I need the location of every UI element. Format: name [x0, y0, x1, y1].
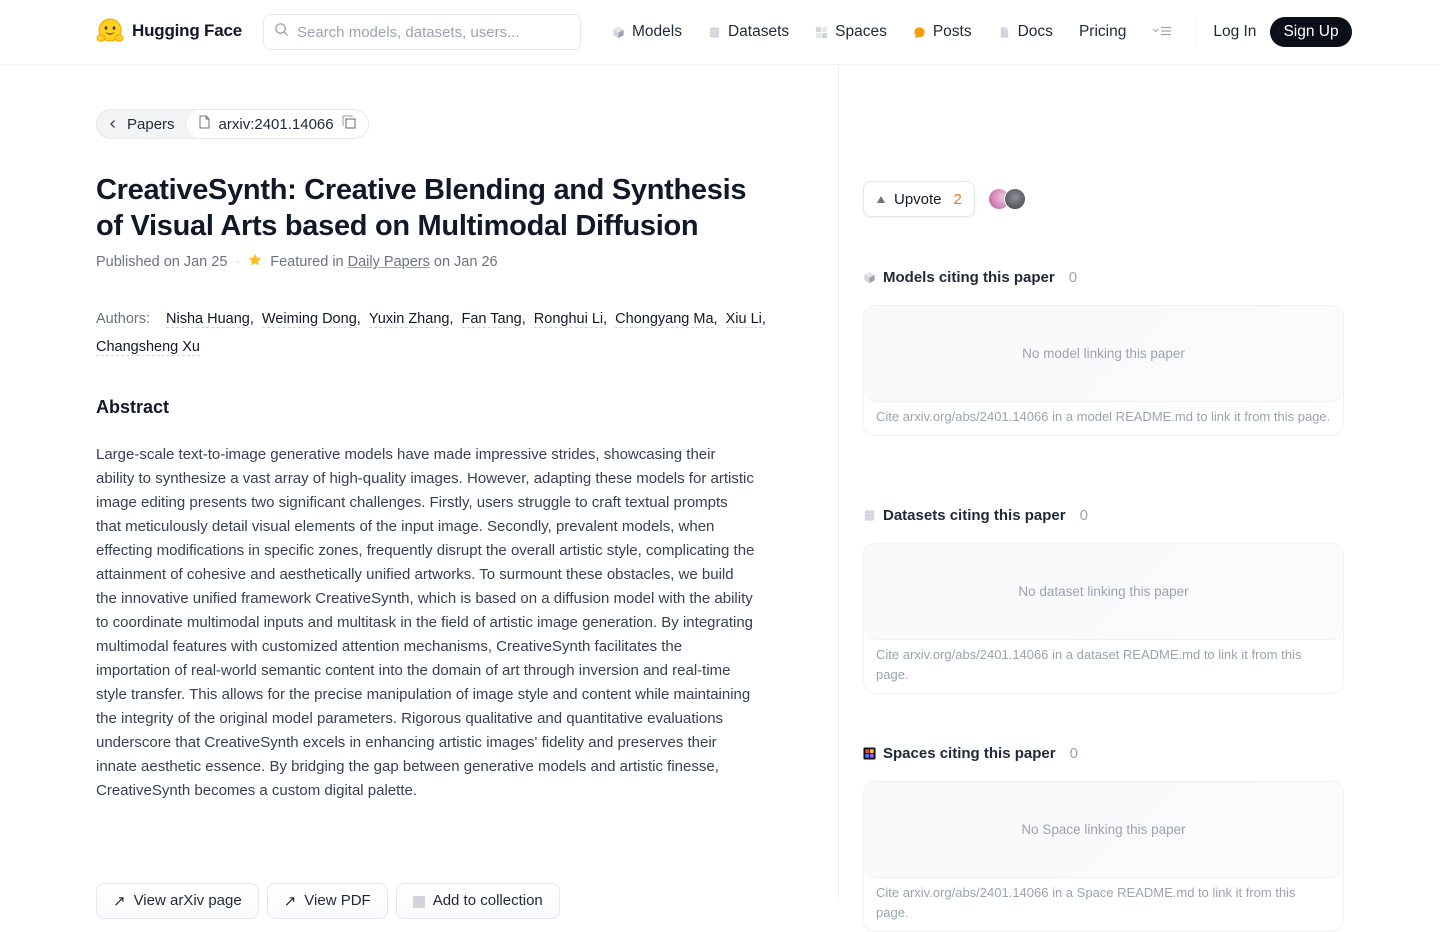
nav-posts-label: Posts	[932, 23, 972, 40]
spaces-citing-card: No Space linking this paper Cite arxiv.o…	[863, 781, 1344, 932]
spaces-grid-icon	[815, 26, 828, 39]
section-count: 0	[1069, 744, 1078, 762]
add-to-collection-button[interactable]: Add to collection	[395, 883, 560, 919]
posts-bubble-icon	[913, 26, 926, 39]
author-link[interactable]: Weiming Dong	[261, 311, 357, 328]
models-cube-icon	[612, 26, 625, 39]
collection-icon	[412, 896, 425, 908]
section-title: Spaces citing this paper	[883, 744, 1056, 762]
brand-name: Hugging Face	[132, 21, 242, 40]
author-link[interactable]: Changsheng Xu	[96, 339, 200, 356]
top-navbar: Hugging Face Models Datasets Spaces	[0, 0, 1440, 65]
more-menu-icon[interactable]	[1152, 25, 1172, 40]
nav-pricing-label: Pricing	[1078, 23, 1127, 40]
author-link[interactable]: Xiu Li	[725, 311, 762, 328]
nav-models-label: Models	[632, 23, 682, 40]
docs-file-icon	[998, 26, 1011, 39]
view-arxiv-label: View arXiv page	[133, 892, 242, 909]
external-link-icon: ↗	[283, 893, 297, 910]
meta-separator: ·	[235, 254, 241, 270]
author-link[interactable]: Chongyang Ma	[615, 311, 714, 328]
view-pdf-label: View PDF	[304, 892, 371, 909]
author-link[interactable]: Yuxin Zhang	[368, 311, 450, 328]
published-date: Published on Jan 25	[96, 254, 228, 270]
signup-button[interactable]: Sign Up	[1270, 17, 1352, 47]
featured-prefix: Featured in	[270, 254, 344, 270]
nav-divider	[1196, 20, 1198, 44]
nav-datasets[interactable]: Datasets	[708, 23, 789, 41]
nav-datasets-label: Datasets	[727, 23, 790, 40]
upvote-button[interactable]: Upvote 2	[863, 181, 975, 217]
nav-spaces-label: Spaces	[835, 23, 887, 40]
hugging-face-logo-icon	[96, 17, 124, 45]
nav-models[interactable]: Models	[612, 23, 682, 41]
models-citing-heading: Models citing this paper 0	[863, 265, 1344, 289]
daily-papers-link[interactable]: Daily Papers	[348, 254, 430, 270]
upvote-count: 2	[953, 190, 962, 208]
search-input[interactable]	[297, 23, 557, 41]
column-divider	[838, 65, 839, 900]
add-to-collection-label: Add to collection	[432, 892, 543, 909]
models-citing-section: Models citing this paper 0 No model link…	[863, 265, 1344, 436]
abstract-text: Large-scale text-to-image generative mod…	[96, 446, 755, 799]
avatar[interactable]	[1004, 188, 1026, 210]
author-link[interactable]: Fan Tang	[461, 311, 522, 328]
view-pdf-button[interactable]: ↗ View PDF	[266, 883, 388, 919]
main-nav: Models Datasets Spaces Posts Docs Pricin…	[612, 0, 1352, 64]
spaces-citing-heading: Spaces citing this paper 0	[863, 741, 1344, 765]
search-box[interactable]	[263, 14, 581, 50]
document-icon	[198, 115, 211, 133]
author-link[interactable]: Ronghui Li	[533, 311, 604, 328]
cite-hint: Cite arxiv.org/abs/2401.14066 in a Space…	[876, 885, 1296, 920]
empty-state: No model linking this paper	[864, 306, 1343, 402]
paper-id-pill: arxiv:2401.14066	[184, 110, 368, 138]
chevron-left-icon	[109, 116, 117, 133]
search-icon	[274, 22, 289, 42]
abstract-heading: Abstract	[96, 397, 170, 417]
nav-pricing[interactable]: Pricing	[1079, 23, 1126, 41]
cite-hint: Cite arxiv.org/abs/2401.14066 in a datas…	[876, 647, 1302, 682]
authors-list: Authors: Nisha Huang, Weiming Dong, Yuxi…	[96, 311, 766, 356]
paper-id: arxiv:2401.14066	[218, 115, 334, 133]
paper-title: CreativeSynth: Creative Blending and Syn…	[96, 174, 747, 242]
upvoter-avatars	[988, 188, 1026, 210]
back-label: Papers	[127, 115, 175, 133]
models-citing-card: No model linking this paper Cite arxiv.o…	[863, 305, 1344, 436]
spaces-citing-section: Spaces citing this paper 0 No Space link…	[863, 741, 1344, 932]
models-cube-icon	[863, 271, 876, 284]
paper-meta: Published on Jan 25 · Featured in Daily …	[96, 253, 498, 271]
cite-hint: Cite arxiv.org/abs/2401.14066 in a model…	[876, 409, 1331, 424]
featured-suffix: on Jan 26	[433, 254, 498, 270]
section-title: Datasets citing this paper	[883, 506, 1066, 524]
nav-docs[interactable]: Docs	[998, 23, 1053, 41]
empty-state: No dataset linking this paper	[864, 544, 1343, 640]
external-link-icon: ↗	[113, 893, 126, 910]
empty-state: No Space linking this paper	[864, 782, 1343, 878]
datasets-citing-section: Datasets citing this paper 0 No dataset …	[863, 503, 1344, 694]
brand-logo-link[interactable]: Hugging Face	[96, 17, 242, 45]
star-icon	[248, 253, 262, 271]
datasets-db-icon	[863, 509, 876, 522]
nav-spaces[interactable]: Spaces	[815, 23, 887, 41]
spaces-grid-icon	[863, 746, 876, 760]
login-link[interactable]: Log In	[1213, 23, 1256, 41]
datasets-citing-heading: Datasets citing this paper 0	[863, 503, 1344, 527]
paper-actions: ↗ View arXiv page ↗ View PDF Add to coll…	[96, 883, 560, 919]
section-count: 0	[1079, 506, 1088, 524]
view-arxiv-button[interactable]: ↗ View arXiv page	[96, 883, 259, 919]
author-link[interactable]: Nisha Huang	[166, 311, 250, 328]
datasets-db-icon	[708, 26, 721, 39]
nav-docs-label: Docs	[1017, 23, 1053, 40]
breadcrumb: Papers arxiv:2401.14066	[96, 109, 369, 139]
section-count: 0	[1068, 268, 1078, 286]
upvote-label: Upvote	[894, 190, 942, 208]
upvote-triangle-icon	[876, 191, 886, 208]
back-to-papers-link[interactable]: Papers	[97, 116, 185, 133]
copy-icon[interactable]	[342, 115, 356, 133]
nav-posts[interactable]: Posts	[913, 23, 972, 41]
featured-text: Featured in Daily Papers on Jan 26	[270, 254, 497, 270]
section-title: Models citing this paper	[883, 268, 1055, 286]
authors-label: Authors:	[96, 311, 150, 327]
datasets-citing-card: No dataset linking this paper Cite arxiv…	[863, 543, 1344, 694]
